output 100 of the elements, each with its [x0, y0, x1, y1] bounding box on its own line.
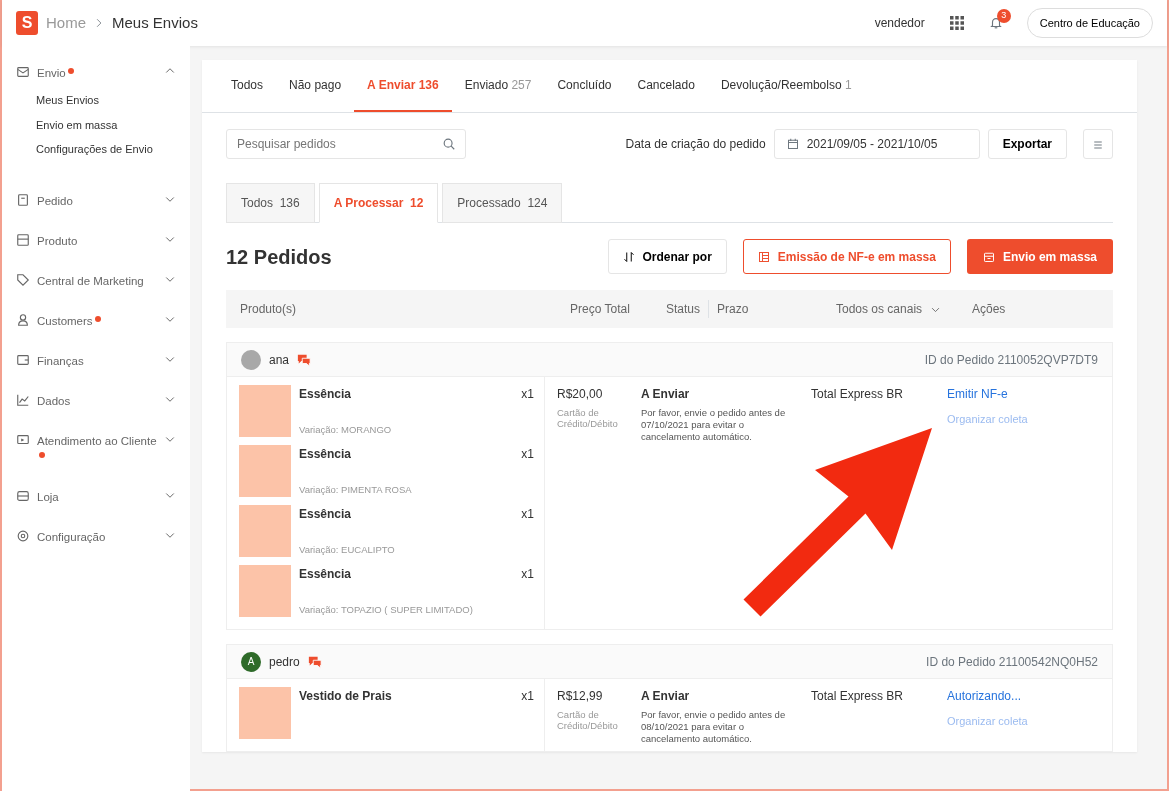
notification-badge: 3: [996, 9, 1011, 23]
order-id: ID do Pedido 2110052QVP7DT9: [924, 351, 1098, 369]
search-field[interactable]: Pesquisar pedidos: [226, 129, 466, 159]
search-icon: [442, 137, 456, 151]
education-center-button[interactable]: Centro de Educação: [1026, 7, 1153, 39]
order-status-tab[interactable]: Devolução/Reembolso 1: [707, 60, 865, 112]
sidebar-item[interactable]: Pedido: [16, 187, 176, 214]
bulk-ship-button[interactable]: Envio em massa: [966, 239, 1113, 274]
quantity: x1: [521, 386, 534, 403]
sort-button[interactable]: Ordenar por: [607, 239, 727, 274]
sidebar-item[interactable]: Produto: [16, 227, 176, 254]
price: R$20,00: [557, 386, 604, 403]
menu-item-icon: [16, 392, 30, 407]
product-variation: Variação: MORANGO: [299, 422, 393, 437]
product-name: Essência: [299, 446, 353, 463]
menu-item-icon: [16, 352, 30, 367]
sidebar-item[interactable]: Configuração: [16, 523, 176, 550]
chat-icon: [297, 352, 312, 367]
payment-method: Cartão de Crédito/Débito: [557, 709, 619, 731]
apps-grid-icon: [948, 15, 965, 31]
carrier-name: Total Express BR: [811, 386, 905, 403]
menu-item-icon: [16, 192, 30, 207]
product-image-placeholder: [239, 565, 291, 617]
sidebar-subitem[interactable]: Envio em massa: [16, 112, 190, 137]
menu-item-icon: [16, 272, 30, 287]
column-header: Produto(s): [240, 301, 298, 318]
column-header: Ações: [972, 301, 1006, 318]
sidebar-item[interactable]: Atendimento ao Cliente: [16, 427, 176, 470]
carrier-name: Total Express BR: [811, 688, 905, 705]
product-name: Essência: [299, 386, 353, 403]
order-status: A Enviar: [641, 688, 691, 705]
product-name: Essência: [299, 506, 353, 523]
quantity: x1: [521, 506, 534, 523]
sidebar-item[interactable]: Finanças: [16, 347, 176, 374]
document-icon: [757, 250, 770, 263]
product-name: Vestido de Prais: [299, 688, 393, 705]
buyer-name[interactable]: ana: [269, 350, 290, 369]
column-header: Preço Total: [570, 301, 631, 318]
order-status-tab[interactable]: A Enviar 136: [354, 60, 452, 112]
chevron-right-icon: [94, 18, 104, 28]
column-header: Status: [666, 300, 710, 318]
quantity: x1: [521, 566, 534, 583]
processing-tab[interactable]: Processado 124: [442, 183, 563, 223]
processing-tab[interactable]: A Processar 12: [318, 183, 439, 223]
list-icon: [1092, 138, 1104, 151]
list-view-button[interactable]: [1083, 129, 1113, 159]
processing-tab[interactable]: Todos 136: [226, 183, 315, 223]
sidebar-item[interactable]: Dados: [16, 387, 176, 414]
payment-method: Cartão de Crédito/Débito: [557, 407, 619, 429]
buyer-name[interactable]: pedro: [269, 652, 300, 671]
chat-icon: [307, 654, 322, 669]
status-note: Por favor, envie o pedido antes de 07/10/2021 para evitar o cancelamento automático.: [641, 407, 787, 443]
sort-icon: [622, 250, 635, 263]
sidebar-item[interactable]: Central de Marketing: [16, 267, 176, 294]
product-variation: Variação: PIMENTA ROSA: [299, 482, 413, 497]
orders-count-title: 12 Pedidos: [226, 244, 333, 270]
sidebar-item[interactable]: Envio: [16, 60, 176, 86]
logo[interactable]: S: [16, 11, 38, 35]
order-status-tab[interactable]: Não pago: [276, 60, 355, 112]
order-id: ID do Pedido 21100542NQ0H52: [926, 653, 1098, 671]
bulk-invoice-button[interactable]: Emissão de NF-e em massa: [742, 239, 951, 274]
calendar-icon: [786, 138, 799, 150]
menu-item-icon: [16, 232, 30, 247]
menu-item-icon: [16, 312, 30, 327]
quantity: x1: [521, 446, 534, 463]
product-name: Essência: [299, 566, 353, 583]
menu-item-icon: [16, 65, 30, 79]
status-note: Por favor, envie o pedido antes de 08/10/2021 para evitar o cancelamento automático.: [641, 709, 787, 745]
column-header: Prazo: [716, 301, 749, 318]
order-status-tab[interactable]: Concluído: [544, 60, 625, 112]
channel-filter-dropdown[interactable]: Todos os canais: [836, 300, 972, 318]
sidebar-subitem[interactable]: Configurações de Envio: [16, 137, 190, 162]
order-status-tab[interactable]: Todos: [218, 60, 277, 112]
product-variation: Variação: TOPAZIO ( SUPER LIMITADO): [299, 602, 474, 617]
sidebar-subitem[interactable]: Meus Envios: [16, 88, 190, 113]
product-image-placeholder: [239, 505, 291, 557]
menu-item-icon: [16, 488, 30, 503]
price: R$12,99: [557, 688, 604, 705]
order-status-tab[interactable]: Cancelado: [624, 60, 708, 112]
sidebar-item[interactable]: Customers: [16, 307, 176, 334]
date-range-field[interactable]: 2021/09/05 - 2021/10/05: [773, 129, 980, 159]
quantity: x1: [521, 688, 534, 705]
product-image-placeholder: [239, 687, 291, 739]
action-link[interactable]: Emitir NF-e: [947, 385, 1008, 403]
avatar: A: [241, 651, 261, 672]
date-filter-label: Data de criação do pedido: [625, 136, 766, 153]
breadcrumb-current: Meus Envios: [112, 12, 198, 33]
menu-item-icon: [16, 432, 30, 447]
box-icon: [982, 250, 995, 263]
order-status: A Enviar: [641, 386, 691, 403]
action-link[interactable]: Autorizando...: [947, 687, 1022, 705]
menu-item-icon: [16, 528, 30, 543]
product-variation: Variação: EUCALIPTO: [299, 542, 396, 557]
product-image-placeholder: [239, 385, 291, 437]
order-status-tab[interactable]: Enviado 257: [451, 60, 545, 112]
user-name[interactable]: vendedor: [874, 14, 925, 32]
bell-icon: [988, 16, 1003, 30]
export-button[interactable]: Exportar: [987, 129, 1067, 159]
product-image-placeholder: [239, 445, 291, 497]
sidebar-item[interactable]: Loja: [16, 483, 176, 510]
